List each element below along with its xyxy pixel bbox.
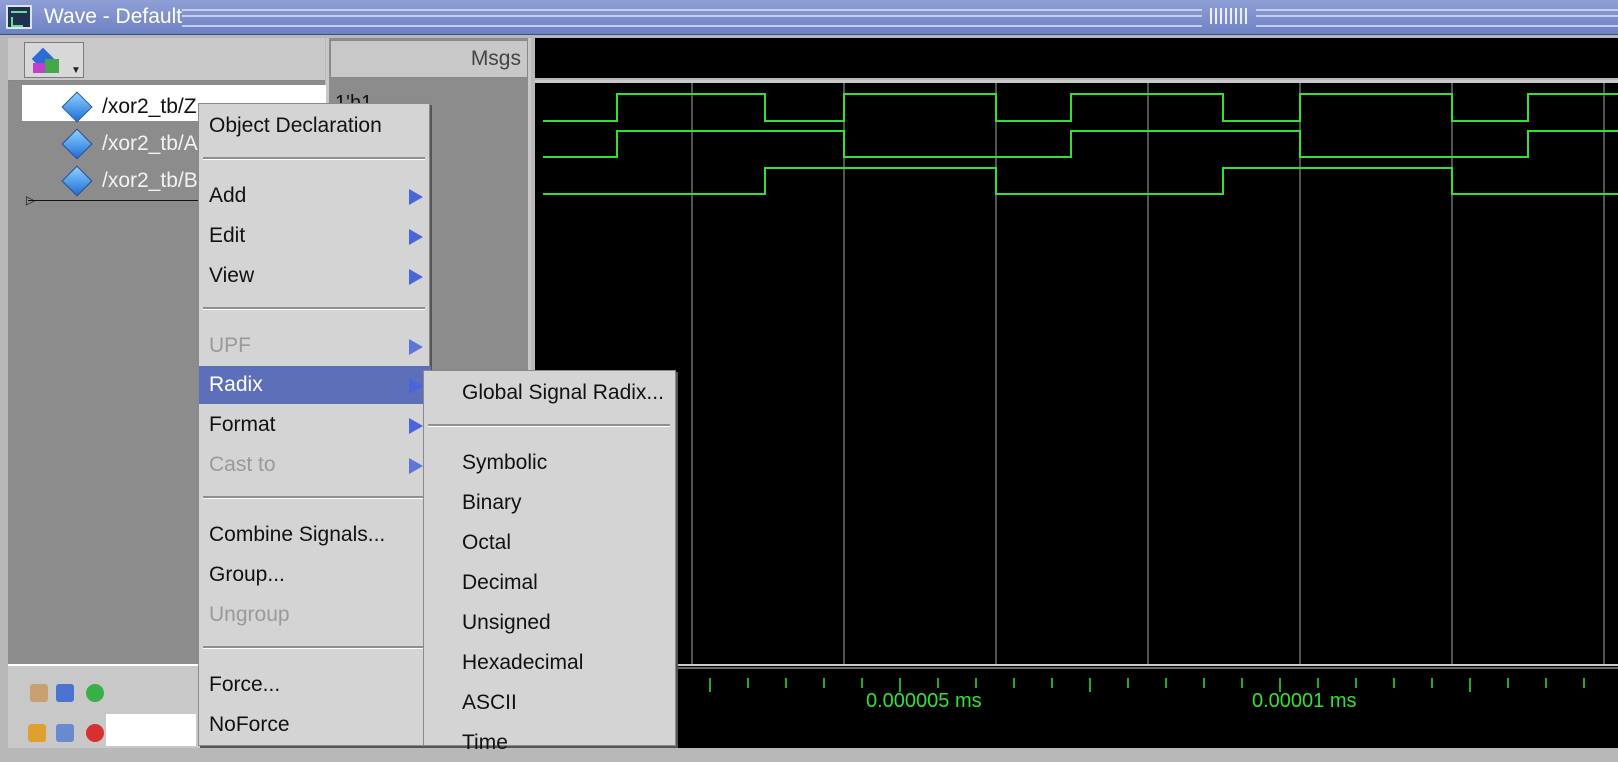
submenu-arrow-icon [409,458,423,474]
radix-item-symbolic[interactable]: Symbolic [424,444,674,482]
add-cursor-icon[interactable] [86,684,104,702]
menu-item-ungroup: Ungroup [209,603,290,626]
signal-name: /xor2_tb/B [102,169,198,192]
context-menu[interactable]: Object Declaration Add Edit View UPF Rad… [198,103,431,746]
msgs-header: Msgs [330,40,528,78]
signal-row-z[interactable]: /xor2_tb/Z [60,91,197,123]
wave-header [535,38,1618,78]
menu-item-noforce[interactable]: NoForce [199,706,431,744]
remove-cursor-icon[interactable] [86,724,104,742]
signal-diamond-icon [61,91,93,123]
signal-row-b[interactable]: /xor2_tb/B [60,165,198,197]
title-bar[interactable]: Wave - Default [0,0,1618,35]
menu-item-add[interactable]: Add [199,177,431,215]
menu-separator [203,646,425,649]
wave-window[interactable] [535,80,1618,667]
menu-item-edit[interactable]: Edit [199,217,431,255]
radix-item-global-signal-radix[interactable]: Global Signal Radix... [424,374,674,412]
time-label-1: 0.000005 ms [866,690,982,712]
title-grip-right [1256,9,1618,27]
menu-item-group[interactable]: Group... [199,556,431,594]
radix-item-binary[interactable]: Binary [424,484,674,522]
submenu-arrow-icon [409,378,423,394]
submenu-arrow-icon [409,189,423,205]
time-axis [535,664,1618,748]
menu-separator [203,496,425,499]
waveform-signal-0 [543,93,1618,122]
time-ticks [535,667,1618,692]
menu-item-object-declaration[interactable]: Object Declaration [199,107,431,145]
cursor-marker-icon: ▷ [26,193,36,207]
submenu-arrow-icon [409,229,423,245]
wave-app-icon [6,5,32,29]
title-grip-handle[interactable] [1210,8,1250,24]
menu-item-upf: UPF [199,327,431,365]
chevron-down-icon: ▼ [71,65,81,76]
radix-item-decimal[interactable]: Decimal [424,564,674,602]
radix-submenu[interactable]: Global Signal Radix... Symbolic Binary O… [423,370,676,754]
radix-item-octal[interactable]: Octal [424,524,674,562]
radix-item-time[interactable]: Time [424,724,674,762]
menu-item-cast-to: Cast to [199,446,431,484]
waveform-canvas[interactable] [535,83,1618,667]
cursor-value-field [106,714,196,746]
layout-dropdown-button[interactable]: ▼ [24,42,84,78]
menu-item-force[interactable]: Force... [199,666,431,704]
submenu-arrow-icon [409,418,423,434]
menu-item-combine-signals[interactable]: Combine Signals... [199,516,431,554]
signal-row-a[interactable]: /xor2_tb/A [60,128,198,160]
waveform-signal-1 [543,130,1618,158]
title-grip-left [182,9,1202,27]
signal-diamond-icon [61,128,93,160]
radix-item-ascii[interactable]: ASCII [424,684,674,722]
cursor-edit-icon[interactable] [56,684,74,702]
signal-name: /xor2_tb/Z [102,95,197,118]
submenu-arrow-icon [409,339,423,355]
menu-item-view[interactable]: View [199,257,431,295]
window-title: Wave - Default [44,5,183,28]
cursor-add-icon[interactable] [30,684,48,702]
signal-name: /xor2_tb/A [102,132,198,155]
menu-separator [428,424,670,427]
radix-item-hexadecimal[interactable]: Hexadecimal [424,644,674,682]
wrench-icon[interactable] [56,724,74,742]
menu-item-radix[interactable]: Radix [199,366,431,404]
signal-diamond-icon [61,165,93,197]
menu-separator [203,307,425,310]
menu-item-format[interactable]: Format [199,406,431,444]
waveform-signal-2 [543,167,1618,195]
msgs-header-label: Msgs [470,47,521,70]
lock-icon[interactable] [28,724,46,742]
submenu-arrow-icon [409,269,423,285]
radix-item-unsigned[interactable]: Unsigned [424,604,674,642]
time-label-2: 0.00001 ms [1252,690,1357,712]
menu-separator [203,157,425,160]
